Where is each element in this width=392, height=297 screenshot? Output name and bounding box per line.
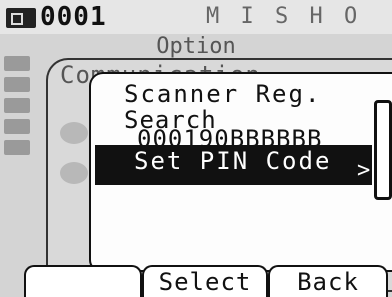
left-icon-column xyxy=(4,56,44,161)
device-id: 0001 xyxy=(40,2,107,32)
chevron-right-icon: > xyxy=(357,158,371,183)
softkey-left[interactable] xyxy=(24,265,142,297)
softkey-select[interactable]: Select xyxy=(142,265,268,297)
scrollbar[interactable] xyxy=(374,100,392,200)
option-title: Option xyxy=(156,34,236,59)
scanner-title: Scanner Reg. xyxy=(124,80,322,108)
status-bar: 0001 M I S H O xyxy=(0,0,392,34)
menu-icon xyxy=(4,140,30,155)
comm-item-icon xyxy=(60,162,88,184)
comm-item-icon xyxy=(60,122,88,144)
menu-item-set-pin-code[interactable]: Set PIN Code xyxy=(134,147,331,175)
menu-icon xyxy=(4,98,30,113)
softkey-back[interactable]: Back xyxy=(268,265,388,297)
menu-icon xyxy=(4,77,30,92)
menu-icon xyxy=(4,119,30,134)
device-icon xyxy=(6,8,36,28)
menu-icon xyxy=(4,56,30,71)
status-icons: M I S H O xyxy=(206,4,362,29)
